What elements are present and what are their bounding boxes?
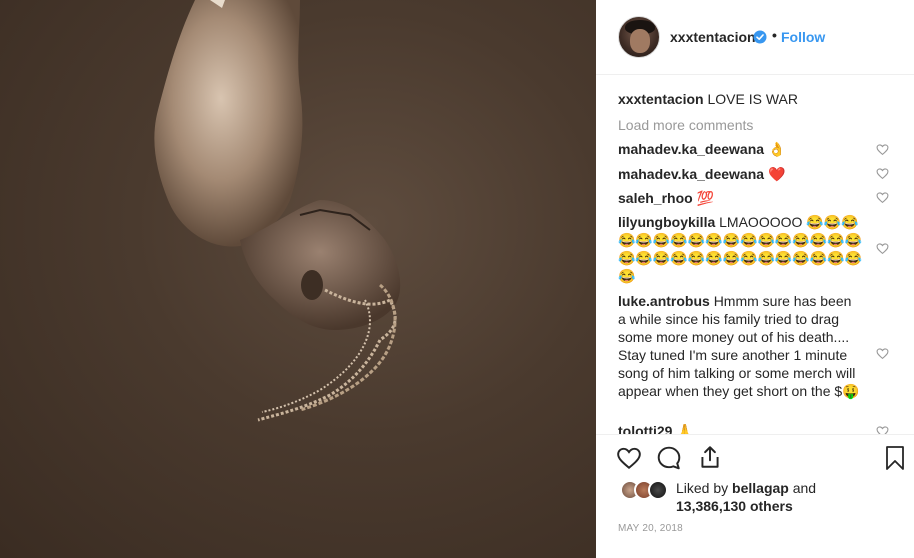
comment-item: saleh_rhoo 💯 bbox=[618, 189, 868, 207]
comment-text: ❤️ bbox=[767, 166, 786, 182]
comment-item: mahadev.ka_deewana 👌 bbox=[618, 140, 868, 158]
comment-like-heart-icon[interactable] bbox=[876, 347, 889, 360]
comment-username[interactable]: luke.antrobus bbox=[618, 293, 710, 309]
post-date[interactable]: MAY 20, 2018 bbox=[618, 523, 683, 534]
comment-icon[interactable] bbox=[656, 445, 682, 471]
post-actions: Liked by bellagap and 13,386,130 others … bbox=[596, 434, 914, 558]
liked-by-prefix: Liked by bbox=[676, 480, 729, 496]
liked-by-count[interactable]: 13,386,130 others bbox=[676, 498, 793, 514]
liked-by-text: Liked by bellagap and 13,386,130 others bbox=[676, 479, 886, 515]
liked-by-and: and bbox=[792, 480, 817, 496]
author-username[interactable]: xxxtentacion bbox=[670, 29, 756, 45]
comment-username[interactable]: mahadev.ka_deewana bbox=[618, 141, 764, 157]
comment-username[interactable]: tolotti29 bbox=[618, 423, 672, 434]
comment-username[interactable]: mahadev.ka_deewana bbox=[618, 166, 764, 182]
comment-like-heart-icon[interactable] bbox=[876, 242, 889, 255]
comment-text: 🙏 bbox=[676, 423, 694, 434]
comment-item: tolotti29 🙏 bbox=[618, 422, 868, 434]
comment-item: lilyungboykilla LMAOOOOO 😂😂😂😂😂😂😂😂😂😂😂😂😂😂😂… bbox=[618, 213, 863, 285]
avatar bbox=[648, 480, 668, 500]
liked-by-user[interactable]: bellagap bbox=[732, 480, 789, 496]
share-icon[interactable] bbox=[697, 444, 723, 470]
follow-button[interactable]: Follow bbox=[781, 29, 825, 45]
comment-like-heart-icon[interactable] bbox=[876, 167, 889, 180]
post-caption: xxxtentacion LOVE IS WAR bbox=[618, 91, 798, 107]
comment-username[interactable]: saleh_rhoo bbox=[618, 190, 693, 206]
comment-like-heart-icon[interactable] bbox=[876, 425, 889, 434]
comment-item: luke.antrobus Hmmm sure has been a while… bbox=[618, 292, 863, 400]
comment-username[interactable]: lilyungboykilla bbox=[618, 214, 715, 230]
load-more-comments-button[interactable]: Load more comments bbox=[618, 117, 753, 133]
bookmark-icon[interactable] bbox=[883, 445, 907, 471]
comment-like-heart-icon[interactable] bbox=[876, 143, 889, 156]
caption-username[interactable]: xxxtentacion bbox=[618, 91, 704, 107]
heart-icon[interactable] bbox=[616, 445, 642, 471]
verified-badge-icon bbox=[753, 30, 767, 44]
post-header: xxxtentacion • Follow bbox=[596, 0, 914, 75]
author-avatar[interactable] bbox=[618, 16, 660, 58]
header-separator: • bbox=[772, 27, 777, 43]
liked-by-avatars[interactable] bbox=[620, 480, 672, 502]
comment-like-heart-icon[interactable] bbox=[876, 191, 889, 204]
comment-text: 💯 bbox=[696, 190, 715, 206]
post-photo[interactable] bbox=[0, 0, 596, 558]
comment-text: 👌 bbox=[767, 141, 786, 157]
post-side-panel: xxxtentacion • Follow xxxtentacion LOVE … bbox=[596, 0, 914, 558]
upside-down-portrait bbox=[154, 0, 401, 422]
comment-item: mahadev.ka_deewana ❤️ bbox=[618, 165, 868, 183]
comments-list[interactable]: xxxtentacion LOVE IS WAR Load more comme… bbox=[596, 76, 914, 434]
caption-text: LOVE IS WAR bbox=[707, 91, 798, 107]
